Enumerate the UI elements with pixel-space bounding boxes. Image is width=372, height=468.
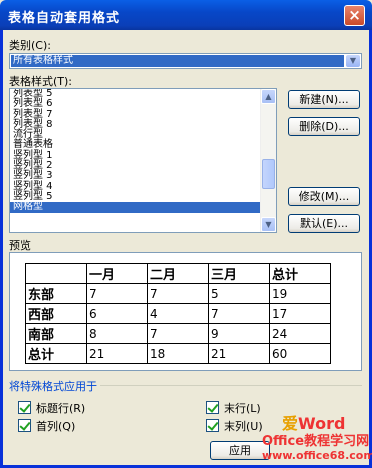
table-cell: 7 [86,283,148,304]
chevron-down-icon[interactable]: ▼ [346,55,360,67]
close-button[interactable]: × [344,5,365,26]
table-cell: 7 [147,283,209,304]
table-row: 总计 21 18 21 60 [25,343,331,364]
table-row-header: 南部 [25,323,87,344]
default-style-button[interactable]: 默认(E)... [288,214,360,233]
apply-section-label: 将特殊格式应用于 [9,378,100,394]
table-cell: 17 [269,303,331,324]
first-column-label[interactable]: 首列(Q) [36,418,75,434]
table-cell [25,263,87,284]
apply-button[interactable]: 应用 [210,441,270,460]
table-cell: 21 [86,343,148,364]
table-cell: 5 [208,283,270,304]
scroll-up-icon[interactable]: ▲ [261,89,276,104]
table-header-cell: 总计 [269,263,331,284]
table-row-header: 总计 [25,343,87,364]
watermark-title: Office教程学习网 [262,434,370,449]
list-item[interactable]: 竖列型 5 [10,191,276,202]
table-header-cell: 三月 [208,263,270,284]
table-cell: 6 [86,303,148,324]
new-style-button[interactable]: 新建(N)... [288,90,360,109]
table-header-cell: 一月 [86,263,148,284]
list-item-selected[interactable]: 网格型 [10,201,276,213]
styles-label: 表格样式(T): [9,75,73,88]
delete-style-button[interactable]: 删除(D)... [288,117,360,136]
table-row: 一月 二月 三月 总计 [25,263,331,284]
last-row-label[interactable]: 末行(L) [224,400,261,416]
table-cell: 21 [208,343,270,364]
header-row-checkbox[interactable] [18,401,31,414]
title-bar: 表格自动套用格式 × [0,0,372,30]
table-row: 南部 8 7 9 24 [25,323,331,344]
table-cell: 7 [147,323,209,344]
dialog-title: 表格自动套用格式 [8,11,121,26]
last-row-checkbox[interactable] [206,401,219,414]
table-cell: 60 [269,343,331,364]
preview-table: 一月 二月 三月 总计 东部 7 7 5 19 西部 6 4 7 17 南部 8… [25,263,331,364]
scroll-down-icon[interactable]: ▼ [261,217,276,232]
table-row-header: 东部 [25,283,87,304]
category-select[interactable]: 所有表格样式 ▼ [9,53,362,69]
table-row-header: 西部 [25,303,87,324]
table-cell: 4 [147,303,209,324]
table-cell: 24 [269,323,331,344]
preview-pane: 一月 二月 三月 总计 东部 7 7 5 19 西部 6 4 7 17 南部 8… [9,252,362,371]
styles-scrollbar[interactable]: ▲ ▼ [260,89,276,232]
preview-label: 预览 [9,239,31,252]
table-cell: 19 [269,283,331,304]
table-cell: 18 [147,343,209,364]
table-cell: 8 [86,323,148,344]
watermark-url: www.office68.com [262,449,372,462]
last-column-checkbox[interactable] [206,419,219,432]
close-icon: × [348,6,361,24]
modify-style-button[interactable]: 修改(M)... [288,187,360,206]
table-row: 西部 6 4 7 17 [25,303,331,324]
first-column-checkbox[interactable] [18,419,31,432]
table-cell: 9 [208,323,270,344]
scroll-thumb[interactable] [262,159,275,189]
table-row: 东部 7 7 5 19 [25,283,331,304]
table-cell: 7 [208,303,270,324]
styles-list[interactable]: 列表型 5 列表型 6 列表型 7 列表型 8 流行型 普通表格 竖列型 1 竖… [9,88,277,233]
header-row-label[interactable]: 标题行(R) [36,400,85,416]
last-column-label[interactable]: 末列(U) [224,418,263,434]
table-header-cell: 二月 [147,263,209,284]
list-item[interactable]: 列表型 8 [10,119,276,130]
category-label: 类别(C): [9,39,51,52]
category-selected-value: 所有表格样式 [11,55,344,67]
